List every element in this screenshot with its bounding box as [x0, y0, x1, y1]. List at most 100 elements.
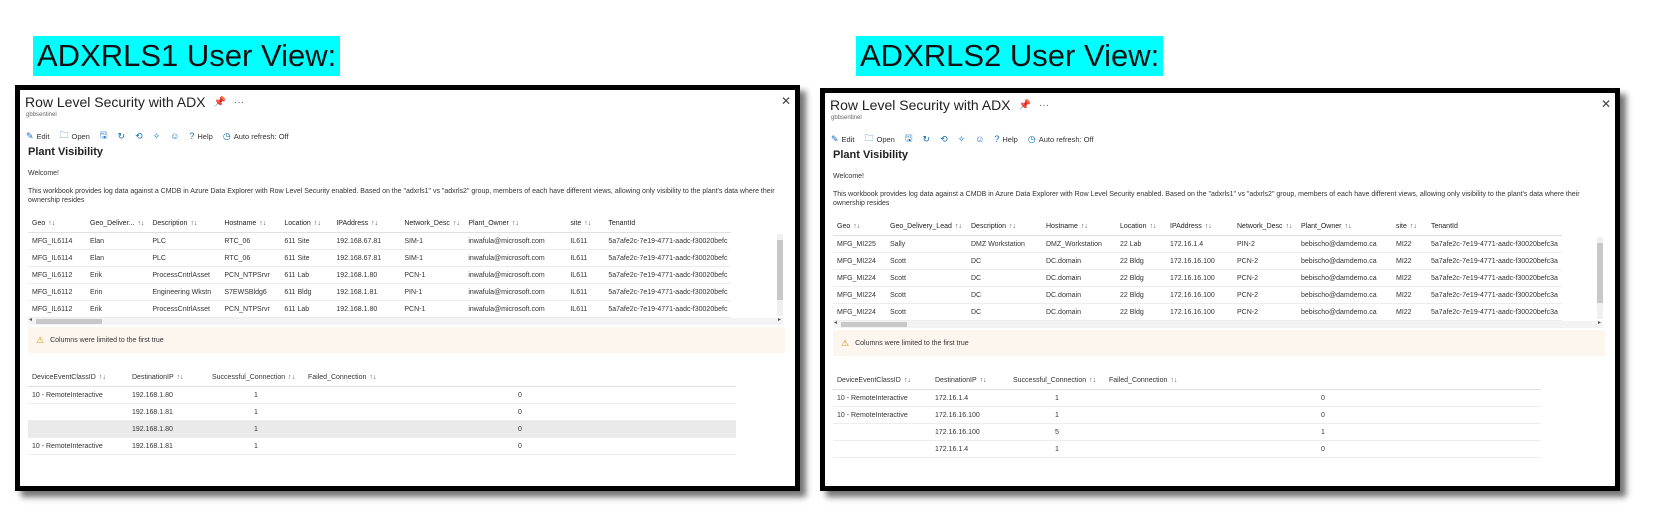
- auto-refresh-button[interactable]: ◷ Auto refresh: Off: [223, 131, 289, 142]
- scroll-left-icon[interactable]: ◂: [834, 319, 837, 326]
- close-icon[interactable]: ✕: [1601, 97, 1611, 111]
- table-row[interactable]: MFG_MI225 Sally DMZ Workstation DMZ_Worksta…: [833, 235, 1562, 253]
- share-button[interactable]: ⟲: [940, 134, 948, 145]
- table-row[interactable]: 192.168.1.81 1 0: [28, 403, 736, 421]
- sort-icon[interactable]: ↑↓: [288, 374, 295, 381]
- auto-refresh-button[interactable]: ◷ Auto refresh: Off: [1028, 134, 1094, 145]
- column-header[interactable]: Successful_Connection ↑↓: [1009, 371, 1105, 390]
- column-header[interactable]: site ↑↓: [1392, 217, 1427, 236]
- edit-button[interactable]: ✎ Edit: [26, 131, 49, 142]
- column-header[interactable]: Location ↑↓: [1116, 217, 1166, 236]
- sort-icon[interactable]: ↑↓: [137, 220, 144, 227]
- refresh-button[interactable]: ↻: [118, 131, 126, 142]
- table-row[interactable]: MFG_IL6112 Erin Engineering Wkstn S7EWSBldg…: [28, 283, 732, 301]
- scrollbar-thumb[interactable]: [36, 319, 102, 324]
- sort-icon[interactable]: ↑↓: [1149, 223, 1156, 230]
- column-header[interactable]: Geo_Delivery_Lead ↑↓: [886, 217, 967, 236]
- column-header[interactable]: TenantId: [604, 214, 732, 233]
- column-header[interactable]: DeviceEventClassID ↑↓: [833, 371, 931, 390]
- column-header[interactable]: Description ↑↓: [967, 217, 1042, 236]
- table-row[interactable]: MFG_IL6114 Elan PLC RTC_06 611 Site 192.168.6…: [28, 249, 732, 267]
- sort-icon[interactable]: ↑↓: [177, 374, 184, 381]
- sort-icon[interactable]: ↑↓: [904, 377, 911, 384]
- table-row[interactable]: MFG_MI224 Scott DC DC.domain 22 Bldg 172.16.1…: [833, 286, 1562, 304]
- help-button[interactable]: ? Help: [189, 131, 212, 141]
- scrollbar-thumb[interactable]: [777, 240, 783, 300]
- more-options-icon[interactable]: ···: [1039, 100, 1049, 111]
- horizontal-scrollbar[interactable]: ◂ ▸: [833, 319, 1603, 328]
- column-header[interactable]: Location ↑↓: [280, 214, 333, 233]
- column-header[interactable]: Successful_Connection ↑↓: [208, 368, 304, 387]
- column-header[interactable]: Plant_Owner ↑↓: [1297, 217, 1392, 236]
- sort-icon[interactable]: ↑↓: [190, 220, 197, 227]
- table-row[interactable]: 10 - RemoteInteractive 192.168.1.80 1 0: [28, 386, 736, 404]
- sort-icon[interactable]: ↑↓: [584, 220, 591, 227]
- column-header[interactable]: TenantId: [1427, 217, 1562, 236]
- vertical-scrollbar[interactable]: [777, 234, 783, 316]
- pin-icon[interactable]: 📌: [1019, 100, 1031, 111]
- sort-icon[interactable]: ↑↓: [1344, 223, 1351, 230]
- sort-icon[interactable]: ↑↓: [1205, 223, 1212, 230]
- table-row[interactable]: 10 - RemoteInteractive 172.16.1.4 1 0: [833, 389, 1541, 407]
- column-header[interactable]: site ↑↓: [566, 214, 605, 233]
- column-header[interactable]: Geo_Deliver... ↑↓: [86, 214, 149, 233]
- sort-icon[interactable]: ↑↓: [371, 220, 378, 227]
- sort-icon[interactable]: ↑↓: [980, 377, 987, 384]
- sort-icon[interactable]: ↑↓: [955, 223, 962, 230]
- save-button[interactable]: 🖫: [905, 131, 913, 147]
- help-button[interactable]: ? Help: [994, 134, 1017, 144]
- column-header[interactable]: DestinationIP ↑↓: [128, 368, 208, 387]
- scroll-left-icon[interactable]: ◂: [29, 316, 32, 323]
- edit-button[interactable]: ✎ Edit: [831, 134, 854, 145]
- column-header[interactable]: Failed_Connection ↑↓: [1105, 371, 1541, 390]
- open-button[interactable]: 🗀 Open: [864, 131, 894, 147]
- column-header[interactable]: Network_Desc ↑↓: [400, 214, 465, 233]
- table-row[interactable]: MFG_MI224 Scott DC DC.domain 22 Bldg 172.16.1…: [833, 269, 1562, 287]
- close-icon[interactable]: ✕: [781, 94, 791, 108]
- column-header[interactable]: DestinationIP ↑↓: [931, 371, 1009, 390]
- column-header[interactable]: DeviceEventClassID ↑↓: [28, 368, 128, 387]
- refresh-button[interactable]: ↻: [923, 134, 931, 145]
- column-header[interactable]: Geo ↑↓: [28, 214, 86, 233]
- sort-icon[interactable]: ↑↓: [853, 223, 860, 230]
- table-row[interactable]: MFG_IL6112 Erik ProcessCntrlAsset PCN_NTPSr…: [28, 266, 732, 284]
- scroll-right-icon[interactable]: ▸: [1598, 319, 1601, 326]
- sort-icon[interactable]: ↑↓: [453, 220, 460, 227]
- table-row[interactable]: 10 - RemoteInteractive 172.16.16.100 1 0: [833, 406, 1541, 424]
- column-header[interactable]: Geo ↑↓: [833, 217, 886, 236]
- table-row[interactable]: MFG_IL6114 Elan PLC RTC_06 611 Site 192.168.6…: [28, 232, 732, 250]
- table-row[interactable]: 172.16.16.100 5 1: [833, 423, 1541, 441]
- column-header[interactable]: Hostname ↑↓: [1042, 217, 1116, 236]
- column-header[interactable]: IPAddress ↑↓: [332, 214, 401, 233]
- share-button[interactable]: ⟲: [135, 131, 143, 142]
- feedback-button[interactable]: ☺: [170, 131, 179, 141]
- sort-icon[interactable]: ↑↓: [99, 374, 106, 381]
- sort-icon[interactable]: ↑↓: [314, 220, 321, 227]
- horizontal-scrollbar[interactable]: ◂ ▸: [28, 316, 783, 325]
- table-row[interactable]: MFG_MI224 Scott DC DC.domain 22 Bldg 172.16.1…: [833, 252, 1562, 270]
- table-row[interactable]: MFG_IL6112 Erik ProcessCntrlAsset PCN_NTPSr…: [28, 300, 732, 318]
- pin-button[interactable]: ✧: [153, 131, 161, 142]
- sort-icon[interactable]: ↑↓: [1009, 223, 1016, 230]
- column-header[interactable]: IPAddress ↑↓: [1166, 217, 1233, 236]
- sort-icon[interactable]: ↑↓: [259, 220, 266, 227]
- sort-icon[interactable]: ↑↓: [48, 220, 55, 227]
- table-row[interactable]: 172.16.1.4 1 0: [833, 440, 1541, 458]
- feedback-button[interactable]: ☺: [975, 134, 984, 144]
- column-header[interactable]: Hostname ↑↓: [220, 214, 281, 233]
- table-row[interactable]: 192.168.1.80 1 0: [28, 420, 736, 438]
- table-row[interactable]: MFG_MI224 Scott DC DC.domain 22 Bldg 172.16.1…: [833, 303, 1562, 321]
- table-row[interactable]: 10 - RemoteInteractive 192.168.1.81 1 0: [28, 437, 736, 455]
- more-options-icon[interactable]: ···: [234, 97, 244, 108]
- sort-icon[interactable]: ↑↓: [1081, 223, 1088, 230]
- save-button[interactable]: 🖫: [100, 128, 108, 144]
- sort-icon[interactable]: ↑↓: [1089, 377, 1096, 384]
- sort-icon[interactable]: ↑↓: [369, 374, 376, 381]
- scrollbar-thumb[interactable]: [1597, 243, 1603, 303]
- column-header[interactable]: Failed_Connection ↑↓: [304, 368, 736, 387]
- pin-button[interactable]: ✧: [958, 134, 966, 145]
- scroll-right-icon[interactable]: ▸: [778, 316, 781, 323]
- vertical-scrollbar[interactable]: [1597, 237, 1603, 319]
- column-header[interactable]: Network_Desc ↑↓: [1233, 217, 1297, 236]
- column-header[interactable]: Plant_Owner ↑↓: [464, 214, 567, 233]
